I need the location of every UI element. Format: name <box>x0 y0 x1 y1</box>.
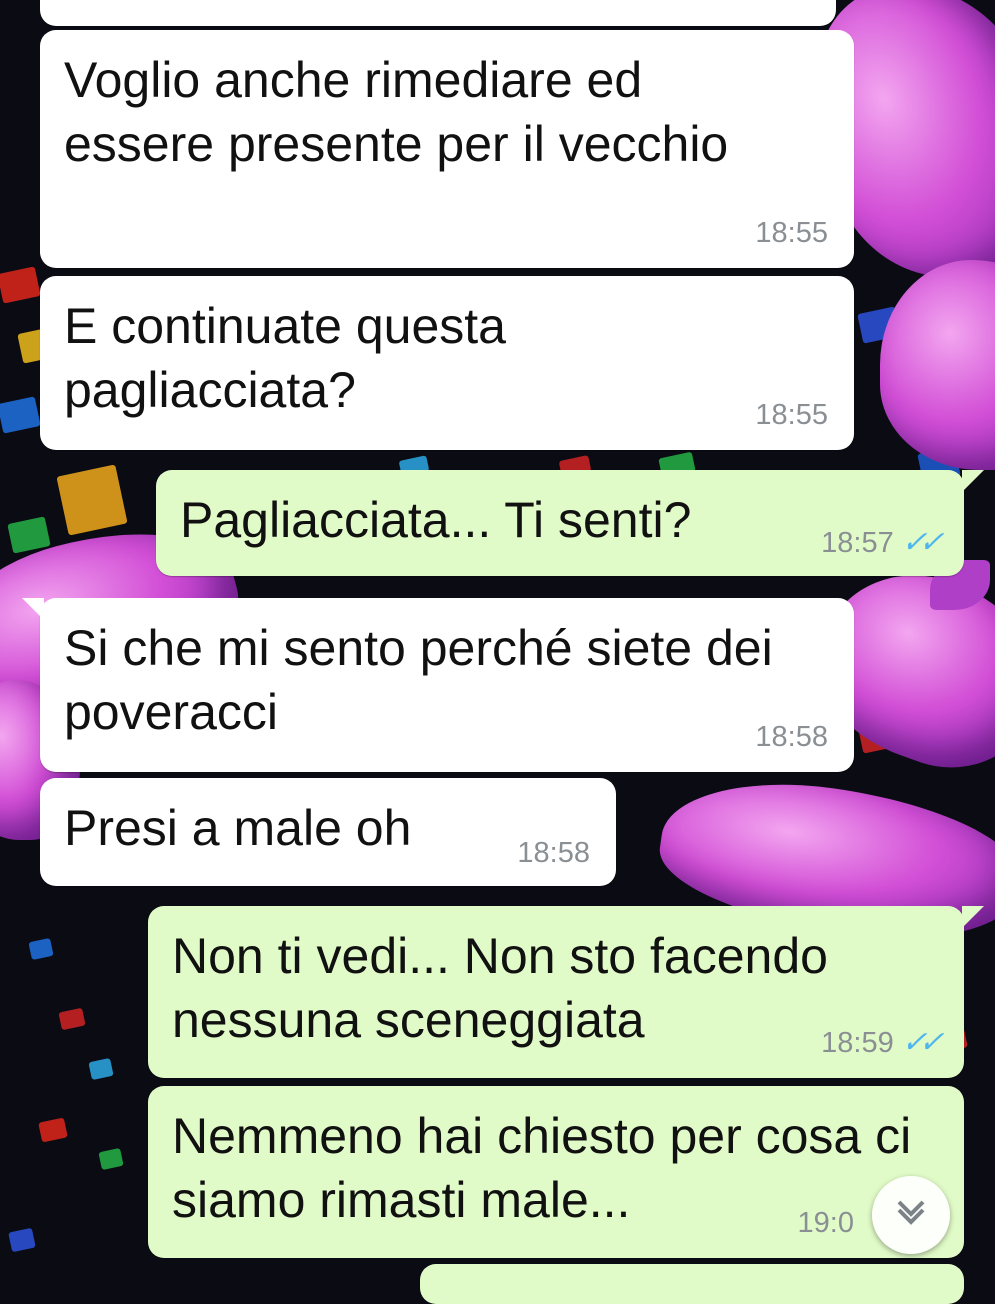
double-check-icon: ✓✓ <box>898 526 944 559</box>
wallpaper-tile <box>0 266 41 304</box>
message-bubble-incoming[interactable]: Presi a male oh 18:58 <box>40 778 616 886</box>
message-bubble-outgoing[interactable]: Nemmeno hai chiesto per cosa ci siamo ri… <box>148 1086 964 1258</box>
message-text: E continuate questa pagliacciata? <box>64 298 520 418</box>
message-bubble-outgoing[interactable] <box>420 1264 964 1304</box>
message-bubble-incoming[interactable]: Si che mi sento perché siete dei poverac… <box>22 598 854 772</box>
wallpaper-tile <box>0 396 41 434</box>
message-time: 18:58 <box>517 837 590 869</box>
message-time-label: 18:57 <box>821 527 894 559</box>
wallpaper-tile <box>98 1147 124 1171</box>
wallpaper-tile <box>58 1007 86 1031</box>
bubble-tail <box>22 598 44 620</box>
message-bubble-incoming[interactable]: Voglio anche rimediare ed essere present… <box>40 30 854 268</box>
message-bubble-outgoing[interactable]: Non ti vedi... Non sto facendo nessuna s… <box>148 906 984 1078</box>
message-time: 18:55 <box>755 217 828 249</box>
dolphin-image <box>880 260 995 470</box>
message-text: Presi a male oh <box>64 800 412 856</box>
bubble-tail <box>962 906 984 928</box>
message-time: 18:58 <box>755 721 828 753</box>
message-bubble-outgoing[interactable]: Pagliacciata... Ti senti? 18:57 ✓✓ <box>156 470 984 576</box>
wallpaper-tile <box>88 1057 114 1081</box>
message-time-label: 19:0 <box>797 1207 854 1239</box>
bubble-tail <box>962 470 984 492</box>
wallpaper-tile <box>56 464 128 536</box>
wallpaper-tile <box>38 1117 68 1143</box>
message-time: 18:59 ✓✓ <box>821 1026 943 1060</box>
message-time: 18:57 ✓✓ <box>821 526 943 560</box>
wallpaper-tile <box>8 1227 36 1253</box>
message-bubble-incoming[interactable] <box>40 0 836 26</box>
double-check-icon: ✓✓ <box>898 1026 944 1059</box>
wallpaper-tile <box>28 937 54 961</box>
wallpaper-tile <box>7 516 51 554</box>
message-time: 19:0 <box>798 1206 854 1240</box>
message-time: 18:55 <box>755 399 828 431</box>
message-text: Si che mi sento perché siete dei poverac… <box>64 620 787 740</box>
chevron-down-icon <box>891 1190 931 1240</box>
message-bubble-incoming[interactable]: E continuate questa pagliacciata? 18:55 <box>40 276 854 450</box>
message-time-label: 18:59 <box>821 1027 894 1059</box>
scroll-to-bottom-button[interactable] <box>872 1176 950 1254</box>
message-text: Voglio anche rimediare ed essere present… <box>64 52 729 172</box>
